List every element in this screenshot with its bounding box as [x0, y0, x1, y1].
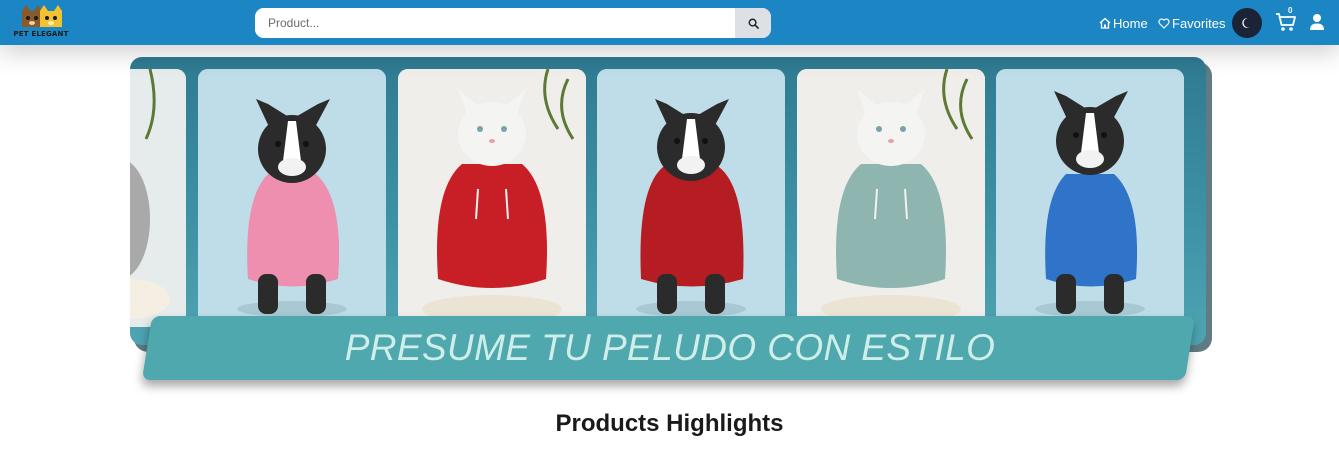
- theme-toggle-button[interactable]: [1232, 8, 1262, 38]
- home-icon: [1099, 17, 1111, 29]
- navbar: PET ELEGANT Home Favorites: [0, 0, 1339, 45]
- search-button[interactable]: [735, 8, 771, 38]
- section-title: Products Highlights: [555, 410, 784, 437]
- nav-favorites-label: Favorites: [1172, 15, 1226, 31]
- cart-button[interactable]: 0: [1275, 6, 1299, 34]
- search-bar: [255, 8, 771, 38]
- banner-photo-dog-red: [597, 69, 785, 327]
- nav-home-link[interactable]: Home: [1099, 14, 1148, 32]
- banner-photo-dog-grey: [130, 69, 186, 327]
- heart-icon: [1158, 17, 1170, 29]
- cart-icon: [1276, 13, 1296, 31]
- pet-logo-icon: [22, 5, 62, 27]
- banner-photo-cat-teal: [797, 69, 985, 327]
- banner-photo-dog-blue: [996, 69, 1184, 327]
- moon-icon: [1242, 17, 1250, 28]
- nav-home-label: Home: [1113, 15, 1148, 31]
- user-icon[interactable]: [1309, 13, 1325, 31]
- cart-count-badge: 0: [1288, 6, 1293, 15]
- search-icon: [748, 18, 759, 29]
- hero-banner[interactable]: [130, 57, 1206, 345]
- nav-favorites-link[interactable]: Favorites: [1158, 14, 1225, 32]
- banner-photo-dog-pink: [198, 69, 386, 327]
- logo[interactable]: PET ELEGANT: [12, 5, 70, 41]
- logo-text: PET ELEGANT: [13, 30, 69, 38]
- banner-photo-cat-red: [398, 69, 586, 327]
- search-input[interactable]: [255, 8, 735, 38]
- banner-slogan: PRESUME TU PELUDO CON ESTILO: [344, 327, 996, 368]
